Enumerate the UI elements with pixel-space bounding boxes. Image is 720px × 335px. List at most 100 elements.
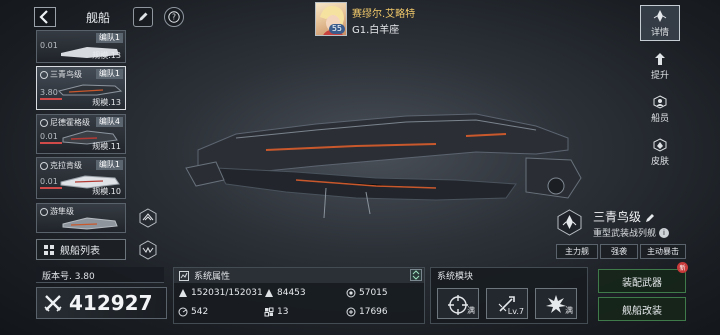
attr-energy: 17696 bbox=[346, 307, 388, 317]
nav-crew-label: 船员 bbox=[650, 113, 669, 124]
nav-skin[interactable]: 皮肤 bbox=[640, 134, 680, 170]
ship-tag-label: 强袭 bbox=[611, 247, 627, 256]
ship-progress-bar bbox=[40, 98, 62, 100]
power-display: 412927 bbox=[36, 287, 167, 319]
attr-speed: 542 bbox=[178, 307, 208, 317]
captain-level: 55 bbox=[328, 24, 345, 34]
attr-shield: 57015 bbox=[346, 288, 388, 298]
attr-damage: 84453 bbox=[264, 288, 306, 298]
help-button[interactable]: ? bbox=[164, 7, 184, 27]
hex-sort-icon bbox=[139, 240, 157, 260]
nav-skin-label: 皮肤 bbox=[650, 156, 669, 167]
fleet-list-label: 舰船列表 bbox=[60, 246, 100, 257]
attributes-header: 系统属性 bbox=[174, 268, 424, 283]
edit-button[interactable] bbox=[133, 7, 153, 27]
fleet-list-button[interactable]: 舰船列表 bbox=[36, 239, 126, 260]
ship-class-icon bbox=[40, 118, 48, 127]
energy-icon bbox=[346, 307, 356, 317]
attr-grid: 13 bbox=[264, 307, 288, 317]
ship-class-name: 三青鸟级 bbox=[593, 208, 655, 225]
ship-card-2[interactable]: 三青鸟级 编队1 3.80 规模.13 bbox=[36, 66, 126, 110]
chevron-left-icon bbox=[34, 7, 56, 27]
new-badge-label: 新 bbox=[679, 265, 686, 272]
ship-tag-label: 主力舰 bbox=[565, 247, 589, 256]
module-slot-1[interactable]: 满 bbox=[437, 288, 479, 319]
rename-icon[interactable] bbox=[645, 213, 655, 223]
attr-grid-value: 13 bbox=[277, 307, 289, 317]
ship-version: 3.80 bbox=[40, 88, 58, 97]
grid-icon bbox=[44, 244, 54, 255]
crossed-swords-icon bbox=[44, 295, 62, 312]
class-emblem-icon bbox=[557, 209, 582, 236]
ship-sort-button[interactable] bbox=[138, 240, 158, 260]
info-icon[interactable]: i bbox=[659, 227, 670, 238]
new-badge: 新 bbox=[677, 262, 688, 273]
crosshair-icon bbox=[448, 295, 468, 315]
upgrade-icon bbox=[655, 52, 665, 65]
ship-progress-bar bbox=[40, 187, 62, 189]
ship-fleet-badge: 编队1 bbox=[95, 160, 123, 170]
damage-icon bbox=[265, 289, 273, 297]
captain-avatar[interactable]: 55 bbox=[315, 2, 347, 36]
attributes-title: 系统属性 bbox=[194, 272, 231, 282]
ship-refit-button[interactable]: 舰船改装 bbox=[598, 297, 686, 321]
captain-subtitle: G1.白羊座 bbox=[352, 25, 400, 36]
expand-arrows-icon bbox=[412, 270, 420, 280]
back-button[interactable] bbox=[34, 7, 56, 27]
ship-scale: 规模.10 bbox=[92, 187, 121, 196]
ship-version: 0.01 bbox=[40, 41, 58, 50]
question-icon: ? bbox=[168, 11, 180, 23]
ship-class-icon bbox=[40, 161, 48, 170]
detail-icon bbox=[653, 9, 667, 22]
ship-class-icon bbox=[40, 70, 48, 79]
modules-panel: 系统模块 满 Lv.7 满 bbox=[430, 267, 588, 324]
module-tag: 满 bbox=[467, 306, 475, 315]
version-label: 版本号. 3.80 bbox=[36, 267, 164, 283]
hull-icon bbox=[179, 289, 187, 297]
ship-thumbnail bbox=[62, 217, 118, 230]
ship-type-filter-button[interactable] bbox=[138, 208, 158, 228]
ship-model bbox=[185, 113, 582, 219]
bars-icon bbox=[179, 271, 189, 281]
attr-speed-value: 542 bbox=[191, 307, 209, 317]
module-tag: Lv.7 bbox=[507, 307, 524, 316]
module-slot-2[interactable]: Lv.7 bbox=[486, 288, 528, 319]
nav-upgrade-label: 提升 bbox=[650, 70, 669, 81]
crew-icon bbox=[653, 94, 667, 109]
attr-damage-value: 84453 bbox=[277, 288, 306, 298]
equip-weapons-button[interactable]: 装配武器 bbox=[598, 269, 686, 293]
grid-icon bbox=[264, 307, 274, 317]
ship-card-5[interactable]: 游隼级 bbox=[36, 203, 126, 233]
attr-hull: 152031/152031 bbox=[178, 288, 263, 298]
attr-shield-value: 57015 bbox=[359, 288, 388, 298]
svg-text:?: ? bbox=[172, 13, 176, 22]
nav-details[interactable]: 详情 bbox=[640, 5, 680, 41]
ship-card-4[interactable]: 克拉肯级 编队1 0.01 规模.10 bbox=[36, 157, 126, 199]
ship-tag-label: 主动暴击 bbox=[647, 247, 679, 256]
explosion-icon bbox=[546, 295, 566, 313]
ship-refit-label: 舰船改装 bbox=[622, 305, 662, 317]
ship-class-badge bbox=[556, 209, 583, 236]
ship-card-3[interactable]: 尼德霍格级 编队4 0.01 规模.11 bbox=[36, 114, 126, 154]
ship-tag-2: 强袭 bbox=[600, 244, 638, 259]
nav-upgrade[interactable]: 提升 bbox=[640, 48, 680, 84]
nav-crew[interactable]: 船员 bbox=[640, 91, 680, 127]
ship-type-text: 重型武装战列舰 bbox=[593, 229, 657, 239]
ship-tag-3: 主动暴击 bbox=[640, 244, 686, 259]
module-slot-3[interactable]: 满 bbox=[535, 288, 577, 319]
hex-filter-icon bbox=[139, 208, 157, 228]
ship-tag-1: 主力舰 bbox=[556, 244, 598, 259]
module-tag: 满 bbox=[565, 306, 573, 315]
ship-card-1[interactable]: 编队1 0.01 规模.13 bbox=[36, 30, 126, 63]
nav-details-label: 详情 bbox=[650, 27, 669, 38]
ship-type: 重型武装战列舰 i bbox=[593, 226, 670, 239]
page-title: 舰船 bbox=[86, 11, 111, 25]
speed-icon bbox=[178, 307, 188, 317]
ship-class-icon bbox=[40, 207, 48, 216]
pencil-icon bbox=[139, 12, 148, 21]
captain-name: 赛缪尔.艾略特 bbox=[352, 9, 416, 20]
modules-title: 系统模块 bbox=[437, 272, 474, 282]
ship-scale: 规模.11 bbox=[92, 142, 121, 151]
power-value: 412927 bbox=[69, 291, 153, 315]
toggle-expand-button[interactable] bbox=[410, 269, 422, 281]
